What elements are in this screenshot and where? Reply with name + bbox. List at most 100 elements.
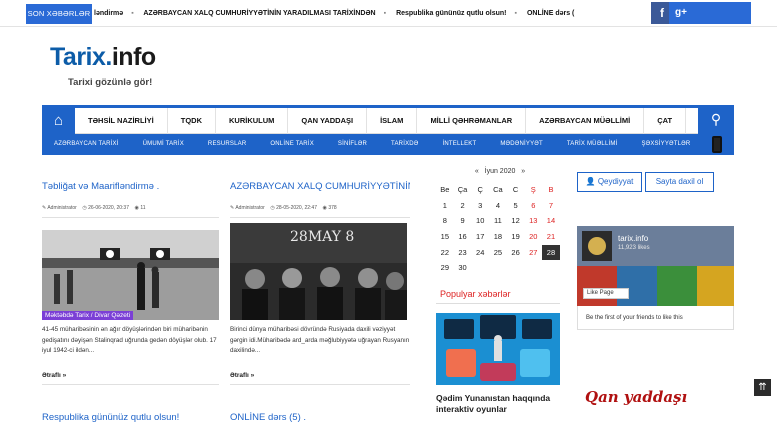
calendar-day: [507, 260, 525, 276]
subnav-item[interactable]: ÜMUMİ TARİX: [131, 134, 196, 155]
facebook-friends-text: Be the first of your friends to like thi…: [586, 315, 683, 321]
subnav-item[interactable]: TARİXDƏ: [379, 134, 430, 155]
calendar-weekday: Ç: [477, 185, 483, 194]
subnav-item[interactable]: RESURSLAR: [196, 134, 258, 155]
nav-item-tehsil-nazirliyi[interactable]: TƏHSİL NAZİRLİYİ: [75, 108, 168, 134]
calendar-day[interactable]: 19: [507, 229, 525, 245]
home-icon[interactable]: ⌂: [42, 108, 75, 134]
calendar-day[interactable]: 9: [454, 213, 472, 229]
post-meta: ✎ Administrator ◷ 28-05-2020, 22:47 ◉ 37…: [230, 205, 337, 211]
post-title[interactable]: ONLİNE dərs (5) .: [230, 412, 410, 423]
news-ticker: SON XƏBƏRLƏR ləndirmə ▪ AZƏRBAYCAN XALQ C…: [0, 0, 777, 27]
calendar-day: [489, 260, 507, 276]
subnav-item[interactable]: ŞƏXSİYYƏTLƏR: [629, 134, 702, 155]
calendar-day[interactable]: 12: [507, 213, 525, 229]
calendar-weekday: Ca: [493, 185, 503, 194]
nav-item-qan-yaddasi[interactable]: QAN YADDAŞI: [288, 108, 368, 134]
post-title[interactable]: Təbliğat və Maarifləndirmə .: [42, 181, 219, 192]
phone-icon[interactable]: [712, 136, 722, 153]
subnav-item[interactable]: TARİX MÜƏLLİMİ: [555, 134, 630, 155]
calendar-day[interactable]: 11: [489, 213, 507, 229]
post-author[interactable]: Administrator: [47, 205, 76, 211]
calendar-day[interactable]: 10: [471, 213, 489, 229]
nav-item-azerbaycan-muellimi[interactable]: AZƏRBAYCAN MÜƏLLİMİ: [526, 108, 645, 134]
post-title[interactable]: AZƏRBAYCAN XALQ CUMHURİYYƏTİNİN .: [230, 181, 410, 192]
logo-suffix: info: [111, 43, 156, 71]
user-icon: 👤: [585, 177, 596, 186]
calendar-day[interactable]: 21: [542, 229, 560, 245]
subnav-item[interactable]: İNTELLEKT: [431, 134, 489, 155]
calendar-day[interactable]: 4: [489, 198, 507, 214]
google-plus-icon[interactable]: g+: [669, 2, 751, 24]
calendar-day[interactable]: 18: [489, 229, 507, 245]
nav-item-milli-qehremanlar[interactable]: MİLLİ QƏHRƏMANLAR: [417, 108, 527, 134]
subnav-item[interactable]: AZƏRBAYCAN TARİXİ: [42, 134, 131, 155]
popular-news-caption[interactable]: Qədim Yunanıstan haqqında interaktiv oyu…: [436, 393, 560, 415]
post-excerpt: 41-45 müharibəsinin ən ağır döyüşlərində…: [42, 326, 217, 354]
calendar-month: İyun 2020: [484, 168, 516, 175]
calendar-weekday: Be: [440, 185, 450, 194]
post-views: 11: [140, 205, 146, 211]
calendar-day[interactable]: 29: [436, 260, 454, 276]
subnav-item[interactable]: ONLİNE TARİX: [258, 134, 326, 155]
calendar-day[interactable]: 27: [524, 245, 542, 261]
qan-yaddasi-banner[interactable]: Qan yaddaşı: [577, 380, 734, 420]
calendar-day[interactable]: 26: [507, 245, 525, 261]
calendar-day[interactable]: 20: [524, 229, 542, 245]
scroll-top-icon[interactable]: ⇈: [754, 379, 771, 396]
calendar-weekday: B: [548, 185, 554, 194]
image-caption: 28MAY 8: [290, 229, 354, 245]
popular-news-image[interactable]: [436, 313, 560, 385]
calendar-day[interactable]: 25: [489, 245, 507, 261]
calendar-prev[interactable]: «: [475, 168, 479, 175]
site-tagline: Tarixi gözünlə gör!: [68, 77, 153, 88]
login-button[interactable]: Sayta daxil ol: [645, 172, 714, 192]
category-badge[interactable]: Məktəbdə Tarix / Divar Qəzeti: [42, 311, 134, 320]
calendar-day[interactable]: 13: [524, 213, 542, 229]
subnav-item[interactable]: MƏDƏNİYYƏT: [488, 134, 555, 155]
post-author[interactable]: Administrator: [235, 205, 264, 211]
divider: [436, 303, 560, 304]
calendar-day[interactable]: 5: [507, 198, 525, 214]
calendar-day: [542, 260, 560, 276]
read-more-link[interactable]: Ətraflı »: [42, 372, 66, 379]
calendar-day[interactable]: 22: [436, 245, 454, 261]
read-more-link[interactable]: Ətraflı »: [230, 372, 254, 379]
calendar-day[interactable]: 6: [524, 198, 542, 214]
calendar-day[interactable]: 15: [436, 229, 454, 245]
like-page-button[interactable]: Like Page: [583, 288, 629, 299]
calendar-day[interactable]: 3: [471, 198, 489, 214]
ticker-item[interactable]: Respublika gününüz qutlu olsun!: [396, 10, 506, 17]
eye-icon: ◉: [322, 205, 327, 211]
calendar-day[interactable]: 1: [436, 198, 454, 214]
post-image[interactable]: 28MAY 8: [230, 223, 407, 320]
facebook-likes: 11,923 likes: [618, 245, 650, 251]
register-button[interactable]: 👤 Qeydiyyat: [577, 172, 642, 192]
post-image[interactable]: Məktəbdə Tarix / Divar Qəzeti: [42, 230, 219, 320]
post-title[interactable]: Respublika gününüz qutlu olsun!: [42, 412, 219, 423]
ticker-item[interactable]: ləndirmə: [94, 10, 123, 17]
calendar-day[interactable]: 16: [454, 229, 472, 245]
calendar-day[interactable]: 14: [542, 213, 560, 229]
search-icon[interactable]: ⚲: [698, 105, 734, 134]
nav-item-kurikulum[interactable]: KURİKULUM: [216, 108, 289, 134]
facebook-page-name[interactable]: tarix.info: [618, 234, 648, 243]
subnav-item[interactable]: SİNİFLƏR: [326, 134, 379, 155]
nav-item-islam[interactable]: İSLAM: [367, 108, 418, 134]
calendar-day[interactable]: 30: [454, 260, 472, 276]
calendar-day[interactable]: 7: [542, 198, 560, 214]
facebook-page-widget[interactable]: tarix.info 11,923 likes Like Page: [577, 226, 734, 306]
nav-item-cat[interactable]: ÇAT: [644, 108, 687, 134]
calendar-day[interactable]: 8: [436, 213, 454, 229]
calendar-day-today[interactable]: 28: [542, 244, 560, 261]
calendar-day[interactable]: 17: [471, 229, 489, 245]
calendar-day[interactable]: 24: [471, 245, 489, 261]
ticker-item[interactable]: ONLİNE dərs (: [527, 10, 574, 17]
calendar-next[interactable]: »: [521, 168, 525, 175]
calendar-day[interactable]: 23: [454, 245, 472, 261]
site-logo[interactable]: Tarix.info: [50, 43, 156, 72]
nav-item-tqdk[interactable]: TQDK: [168, 108, 216, 134]
ticker-item[interactable]: AZƏRBAYCAN XALQ CUMHURİYYƏTİNİN YARADILM…: [143, 10, 375, 17]
divider: [42, 384, 219, 385]
calendar-day[interactable]: 2: [454, 198, 472, 214]
